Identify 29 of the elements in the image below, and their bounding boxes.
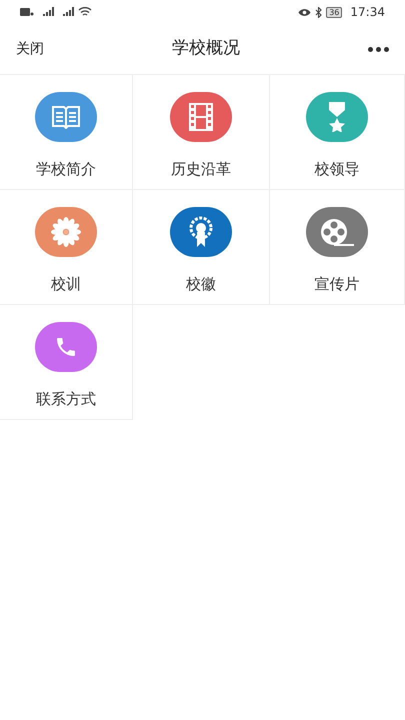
eye-icon — [298, 8, 312, 16]
menu-tile[interactable]: 校训 — [0, 190, 133, 305]
tile-label: 校领导 — [314, 159, 360, 180]
film-reel-icon — [319, 217, 355, 247]
menu-tile[interactable]: 宣传片 — [270, 190, 405, 305]
close-button[interactable]: 关闭 — [12, 38, 48, 60]
menu-tile[interactable]: 校徽 — [133, 190, 270, 305]
tile-label: 历史沿革 — [171, 159, 231, 180]
medal-icon — [326, 102, 348, 132]
battery-level: 36 — [326, 6, 342, 18]
tile-label: 联系方式 — [36, 389, 96, 410]
tile-label: 宣传片 — [314, 274, 360, 295]
hd-icon — [20, 8, 34, 16]
flower-icon — [51, 217, 81, 247]
tile-label: 学校简介 — [36, 159, 96, 180]
menu-tile[interactable]: 校领导 — [270, 75, 405, 190]
phone-icon — [54, 335, 78, 359]
menu-tile[interactable]: 历史沿革 — [133, 75, 270, 190]
menu-tile[interactable]: 联系方式 — [0, 305, 133, 420]
tile-label: 校训 — [51, 274, 81, 295]
menu-tile[interactable]: 学校简介 — [0, 75, 133, 190]
book-icon — [51, 105, 81, 129]
wifi-icon — [78, 7, 92, 17]
page-title: 学校概况 — [172, 37, 240, 60]
badge-icon — [188, 216, 214, 248]
film-strip-icon — [189, 103, 213, 131]
bluetooth-icon — [315, 6, 322, 18]
tile-label: 校徽 — [186, 274, 216, 295]
status-time: 17:34 — [350, 4, 385, 21]
